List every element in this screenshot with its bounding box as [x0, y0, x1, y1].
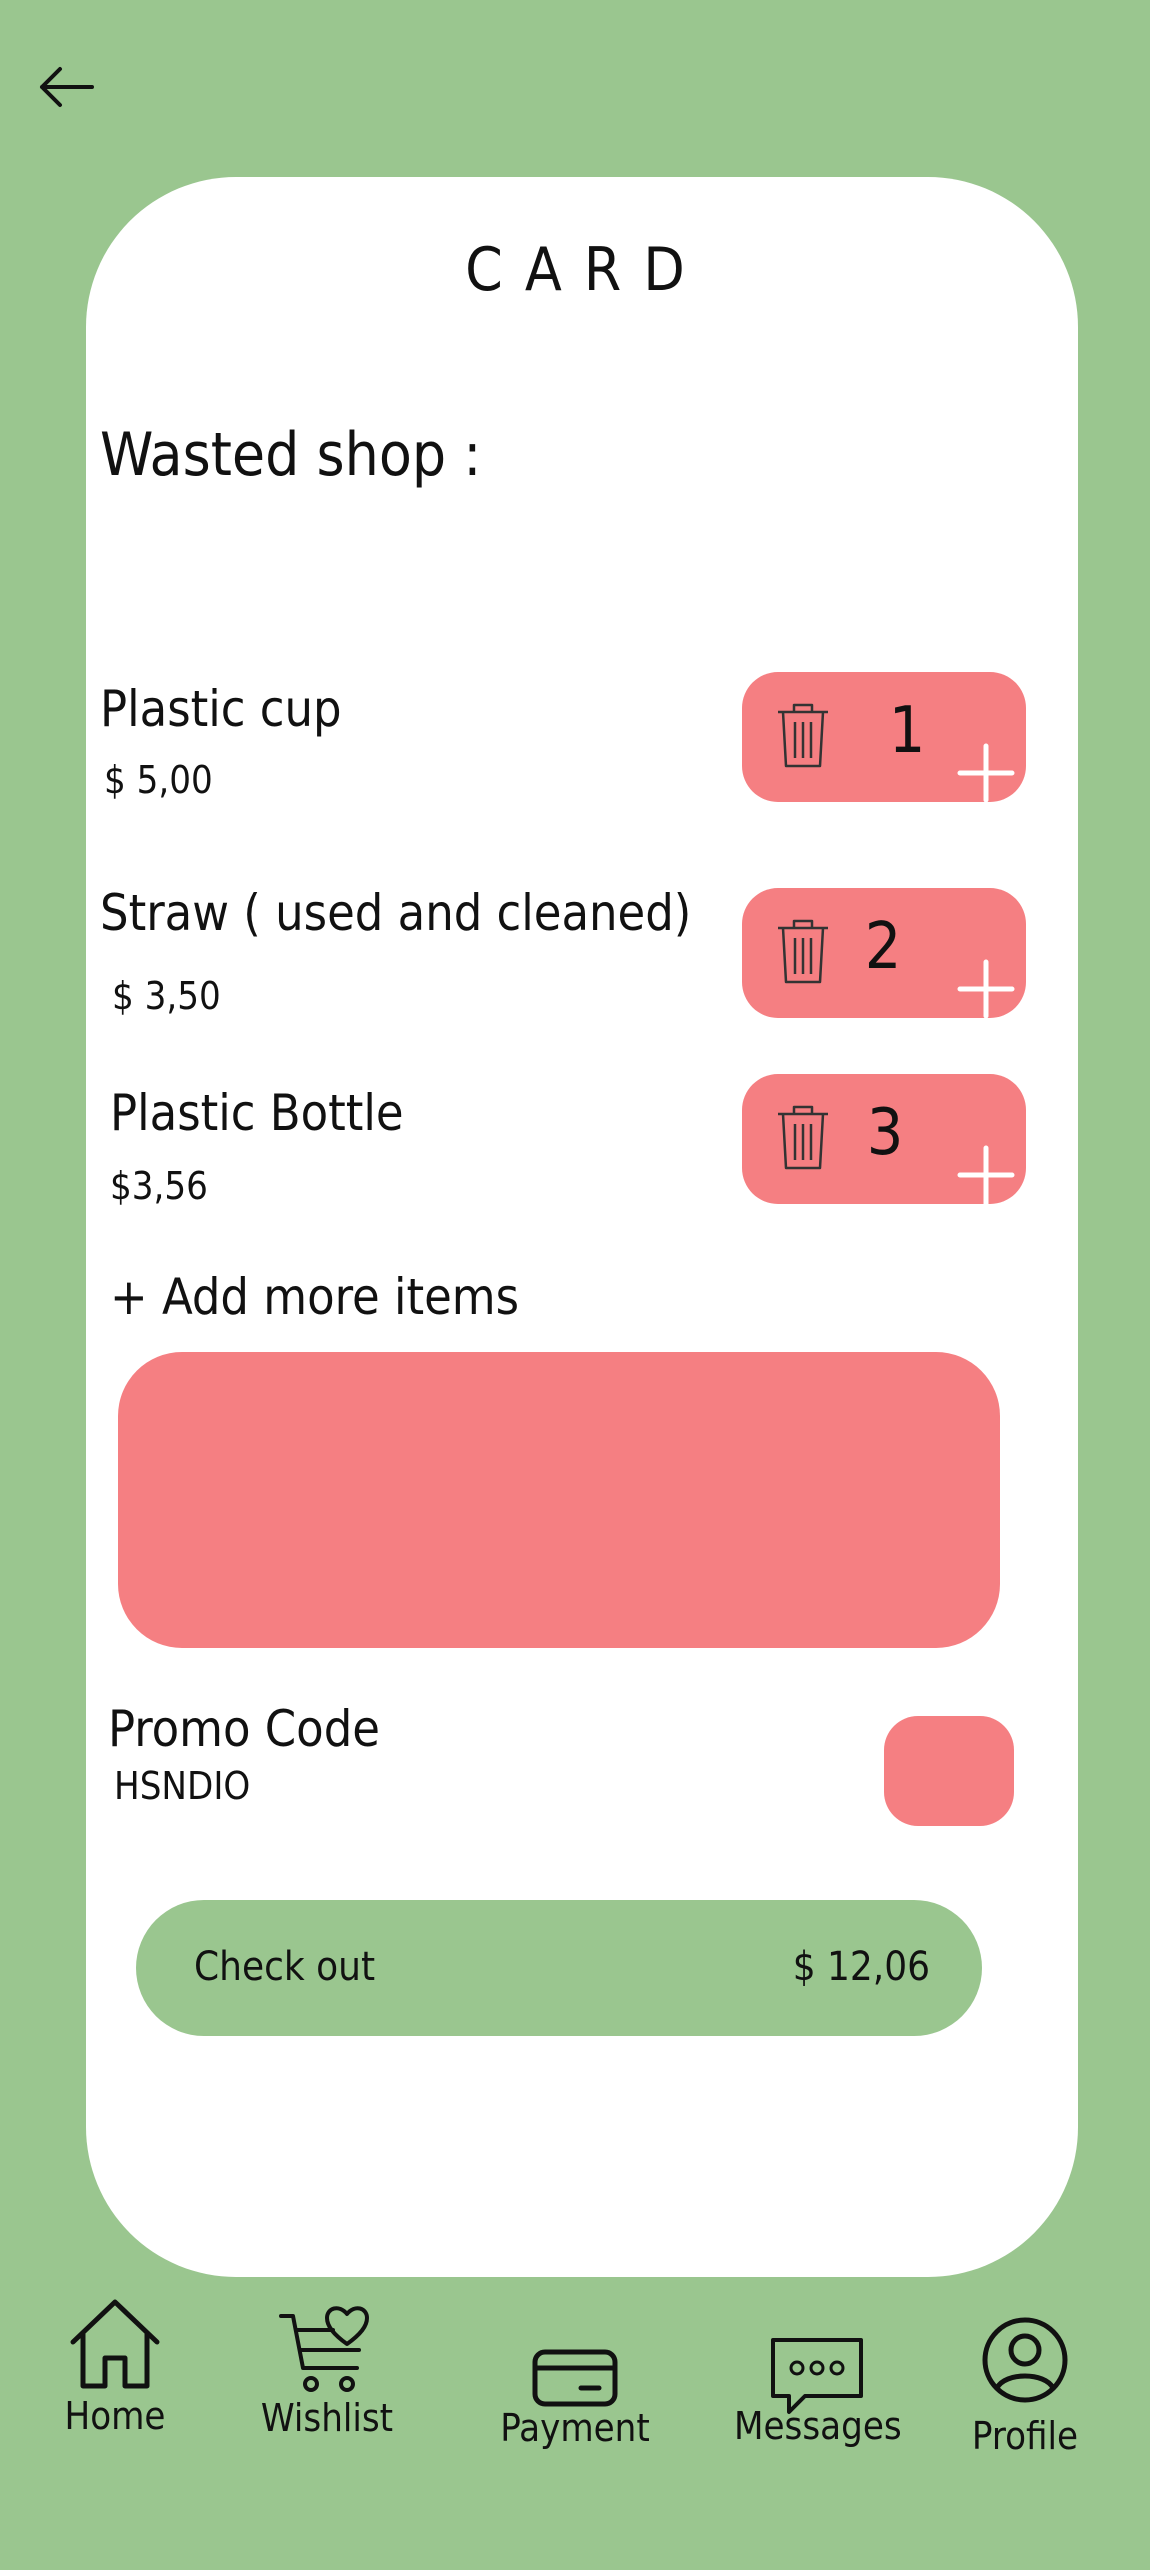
item-name: Plastic cup	[100, 680, 342, 738]
item-price: $ 3,50	[112, 974, 221, 1018]
promo-code-value[interactable]: HSNDIO	[114, 1764, 250, 1808]
item-name: Straw ( used and cleaned)	[100, 884, 692, 942]
shop-label: Wasted shop :	[100, 420, 482, 490]
user-circle-icon	[982, 2317, 1068, 2403]
add-items-panel[interactable]	[118, 1352, 1000, 1648]
promo-code-label: Promo Code	[108, 1700, 380, 1758]
promo-apply-button[interactable]	[884, 1716, 1014, 1826]
arrow-left-icon	[40, 67, 94, 107]
checkout-label: Check out	[194, 1944, 376, 1990]
plus-icon[interactable]	[956, 1140, 1016, 1206]
nav-messages[interactable]: Messages	[734, 2296, 902, 2536]
trash-icon[interactable]	[776, 1104, 830, 1170]
nav-payment-label: Payment	[500, 2406, 650, 2450]
nav-home-label: Home	[64, 2394, 166, 2438]
item-quantity: 2	[864, 910, 902, 984]
plus-icon[interactable]	[956, 954, 1016, 1024]
quantity-stepper: 3	[742, 1074, 1026, 1206]
trash-icon[interactable]	[776, 918, 830, 984]
nav-wishlist[interactable]: Wishlist	[252, 2296, 402, 2536]
nav-home[interactable]: Home	[50, 2296, 180, 2536]
add-more-items-link[interactable]: + Add more items	[110, 1268, 519, 1326]
checkout-button[interactable]: Check out $ 12,06	[136, 1900, 982, 2036]
cart-heart-icon	[279, 2306, 369, 2392]
trash-icon[interactable]	[776, 702, 830, 768]
home-icon	[70, 2299, 160, 2389]
item-price: $ 5,00	[104, 758, 213, 802]
item-quantity: 1	[888, 694, 926, 768]
nav-messages-label: Messages	[734, 2404, 902, 2448]
item-name: Plastic Bottle	[110, 1084, 404, 1142]
item-price: $3,56	[110, 1164, 208, 1208]
item-quantity: 3	[866, 1096, 904, 1170]
chat-bubble-icon	[771, 2338, 863, 2414]
nav-profile[interactable]: Profile	[960, 2296, 1090, 2536]
quantity-stepper: 1	[742, 672, 1026, 803]
nav-wishlist-label: Wishlist	[260, 2396, 394, 2440]
checkout-total: $ 12,06	[792, 1944, 930, 1990]
nav-payment[interactable]: Payment	[495, 2296, 655, 2536]
back-button[interactable]	[36, 62, 96, 112]
page-title: CARD	[465, 235, 707, 305]
plus-icon[interactable]	[956, 738, 1016, 808]
nav-profile-label: Profile	[971, 2414, 1079, 2458]
quantity-stepper: 2	[742, 888, 1026, 1019]
